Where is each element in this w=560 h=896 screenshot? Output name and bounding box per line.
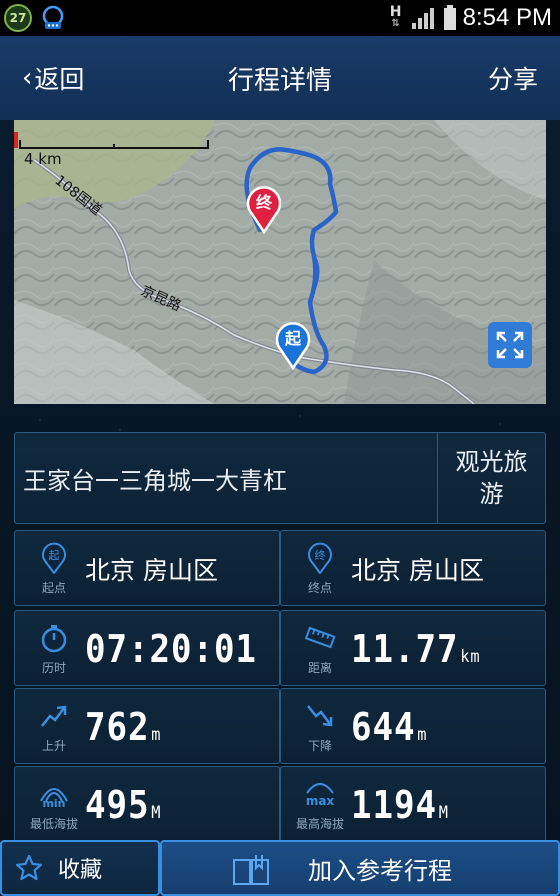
back-label: 返回 <box>34 65 85 94</box>
ruler-icon <box>303 621 337 655</box>
distance-cell: 距离 11.77 km <box>280 610 546 686</box>
descent-cell: 下降 644 m <box>280 688 546 764</box>
descent-value: 644 m <box>351 705 428 749</box>
start-location-cell: 起 起点 北京 房山区 <box>14 530 280 606</box>
signal-icon <box>411 8 434 29</box>
start-location-value: 北京 房山区 <box>85 556 218 585</box>
max-altitude-icon: max <box>303 777 337 811</box>
distance-label: 距离 <box>307 661 332 675</box>
ascent-cell: 上升 762 m <box>14 688 280 764</box>
max-altitude-value: 1194 M <box>351 783 449 827</box>
duration-label: 历时 <box>41 661 66 675</box>
battery-icon <box>443 5 456 30</box>
expand-icon <box>496 331 524 359</box>
max-altitude-cell: max 最高海拔 1194 M <box>280 766 546 842</box>
star-icon <box>15 854 43 881</box>
min-altitude-value: 495 M <box>85 783 162 827</box>
bottom-action-bar: 收藏 加入参考行程 <box>0 840 560 896</box>
route-name: 王家台一三角城一大青杠 <box>23 466 287 495</box>
favorite-button[interactable]: 收藏 <box>0 840 160 896</box>
ascent-unit: m <box>151 725 162 745</box>
start-label: 起点 <box>41 581 66 595</box>
share-button[interactable]: 分享 <box>488 36 538 120</box>
clock: 8:54 PM <box>462 4 552 31</box>
descent-label: 下降 <box>307 739 332 753</box>
route-map[interactable]: 终 起 108国道 京昆路 4 km <box>14 120 546 404</box>
max-altitude-unit: M <box>438 803 449 823</box>
trend-up-icon <box>37 699 71 733</box>
route-info-row: 王家台一三角城一大青杠 观光旅游 <box>14 432 546 524</box>
chat-notification-icon <box>42 5 64 29</box>
end-pin-icon: 终 <box>303 541 337 575</box>
favorite-label: 收藏 <box>58 858 103 883</box>
notification-badge: 27 <box>4 4 32 32</box>
ascent-label: 上升 <box>41 739 66 753</box>
svg-text:min: min <box>42 797 65 809</box>
end-location-cell: 终 终点 北京 房山区 <box>280 530 546 606</box>
descent-unit: m <box>417 725 428 745</box>
scale-label: 4 km <box>24 150 62 168</box>
start-pin-icon: 起 <box>37 541 71 575</box>
route-type: 观光旅游 <box>437 433 545 523</box>
fullscreen-button[interactable] <box>488 322 532 368</box>
min-altitude-cell: min 最低海拔 495 M <box>14 766 280 842</box>
ascent-value: 762 m <box>85 705 162 749</box>
max-altitude-label: 最高海拔 <box>295 817 344 831</box>
svg-text:起: 起 <box>284 329 302 348</box>
add-reference-label: 加入参考行程 <box>308 856 452 885</box>
svg-text:终: 终 <box>256 193 273 212</box>
duration-cell: 历时 07:20:01 <box>14 610 280 686</box>
nav-bar: ‹ 返回 行程详情 分享 <box>0 36 560 120</box>
trend-down-icon <box>303 699 337 733</box>
back-button[interactable]: ‹ 返回 <box>22 36 84 120</box>
duration-value: 07:20:01 <box>85 627 257 671</box>
svg-text:max: max <box>306 794 335 808</box>
distance-unit: km <box>460 647 481 667</box>
terrain-map: 终 起 108国道 京昆路 <box>14 120 546 404</box>
min-altitude-unit: M <box>151 803 162 823</box>
end-location-value: 北京 房山区 <box>351 556 484 585</box>
add-reference-trip-button[interactable]: 加入参考行程 <box>160 840 560 896</box>
chevron-left-icon: ‹ <box>22 63 33 93</box>
book-bookmark-icon <box>233 855 269 885</box>
svg-text:终: 终 <box>315 548 326 562</box>
distance-value: 11.77 km <box>351 627 481 671</box>
svg-text:起: 起 <box>49 549 60 562</box>
stopwatch-icon <box>37 621 71 655</box>
status-bar: 27 H ⇅ 8:54 PM <box>0 0 560 36</box>
min-altitude-label: 最低海拔 <box>29 817 78 831</box>
network-type: H ⇅ <box>389 4 402 29</box>
min-altitude-icon: min <box>37 777 71 811</box>
end-label: 终点 <box>307 581 332 595</box>
